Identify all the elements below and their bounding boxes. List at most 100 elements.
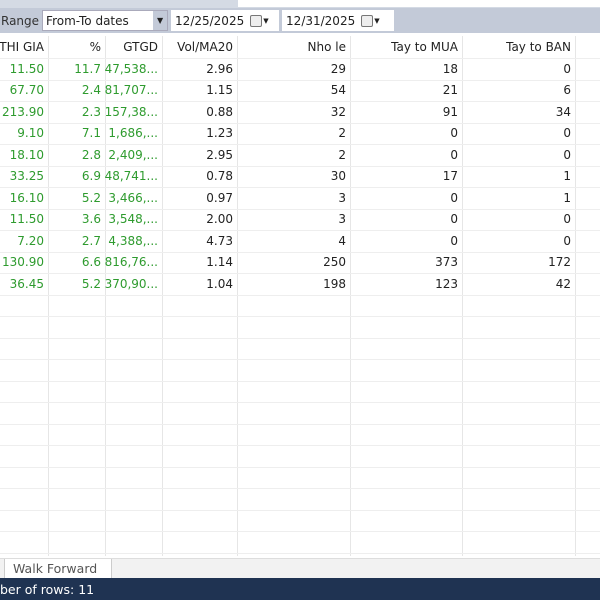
table-cell: 0 — [450, 212, 458, 227]
table-cell: 11.50 — [9, 61, 44, 76]
grid-line — [0, 101, 600, 102]
table-cell: 30 — [330, 169, 346, 184]
table-cell: 1.04 — [206, 276, 233, 291]
table-cell: 0.78 — [206, 169, 233, 184]
table-cell: 4 — [338, 233, 346, 248]
table-cell: 33.25 — [9, 169, 44, 184]
table-cell: 2.4 — [81, 83, 101, 98]
table-cell: 3.6 — [81, 212, 101, 227]
table-cell: 36.45 — [9, 276, 44, 291]
table-cell: 5.2 — [81, 190, 101, 205]
header-row: THI GIA% GTGD Vol/MA20 Nho le Tay to MUA Tay … — [0, 36, 600, 58]
grid-line — [0, 144, 600, 145]
tab-walk-forward[interactable]: Walk Forward — [4, 559, 113, 579]
table-cell: 6.9 — [81, 169, 101, 184]
table-cell: 7.1 — [81, 126, 101, 141]
table-cell: 17 — [442, 169, 458, 184]
table-cell: 816,76... — [104, 255, 158, 270]
grid-line — [0, 122, 600, 124]
table-cell: 29 — [330, 61, 346, 76]
column-header[interactable]: Tay to BAN — [462, 36, 575, 58]
chevron-down-icon[interactable]: ▼ — [153, 11, 168, 30]
column-header[interactable]: GTGD — [105, 36, 162, 58]
column-header[interactable]: THI GIA — [0, 36, 48, 58]
table-cell: 54 — [330, 83, 346, 98]
calendar-icon[interactable] — [361, 14, 374, 27]
table-cell: 1,686,... — [108, 126, 158, 141]
table-cell: 1 — [563, 169, 571, 184]
toolbar: Range From-To dates ▼ 12/25/2025 ▼ 12/31… — [0, 8, 600, 33]
table-cell: 198 — [323, 276, 346, 291]
top-tab-strip — [0, 0, 600, 8]
table-row[interactable]: 36.45 5.2 370,90... 1.04 198 123 42 — [0, 273, 600, 295]
table-cell: 34 — [555, 104, 571, 119]
calendar-icon[interactable] — [250, 14, 263, 27]
table-cell: 5.2 — [81, 276, 101, 291]
table-cell: 213.90 — [2, 104, 44, 119]
table-cell: 250 — [323, 255, 346, 270]
table-cell: 0 — [450, 147, 458, 162]
table-cell: 2.96 — [206, 61, 233, 76]
table-row[interactable]: 9.10 7.1 1,686,... 1.23 2 0 0 — [0, 123, 600, 145]
grid-line — [0, 337, 600, 339]
table-cell: 16.10 — [9, 190, 44, 205]
grid-line — [0, 165, 600, 167]
grid-line — [0, 187, 600, 188]
table-cell: 3 — [338, 190, 346, 205]
table-row[interactable]: 7.20 2.7 4,388,... 4.73 4 0 0 — [0, 230, 600, 252]
range-value: From-To dates — [46, 13, 129, 28]
table-cell: 91 — [442, 104, 458, 119]
table-cell: 11.7 — [74, 61, 101, 76]
column-header[interactable]: Vol/MA20 — [162, 36, 237, 58]
table-cell: 3,466,... — [108, 190, 158, 205]
table-row[interactable]: 18.10 2.8 2,409,... 2.95 2 0 0 — [0, 144, 600, 166]
table-cell: 130.90 — [2, 255, 44, 270]
table-cell: 2 — [338, 126, 346, 141]
grid-line — [0, 380, 600, 382]
from-date-picker[interactable]: 12/25/2025 ▼ — [171, 10, 280, 31]
table-cell: 21 — [442, 83, 458, 98]
grid-line — [0, 423, 600, 425]
to-date-picker[interactable]: 12/31/2025 ▼ — [282, 10, 395, 31]
table-cell: 370,90... — [104, 276, 158, 291]
table-cell: 0 — [563, 61, 571, 76]
grid-line — [0, 208, 600, 210]
grid-line — [0, 445, 600, 446]
table-row[interactable]: 67.70 2.4 81,707... 1.15 54 21 6 — [0, 80, 600, 102]
column-header[interactable]: Tay to MUA — [350, 36, 462, 58]
to-date-value: 12/31/2025 — [286, 13, 356, 28]
table-cell: 373 — [435, 255, 458, 270]
grid-line — [0, 294, 600, 296]
column-header[interactable]: % — [48, 36, 105, 58]
table-row[interactable]: 213.90 2.3 157,38... 0.88 32 91 34 — [0, 101, 600, 123]
table-cell: 1 — [563, 190, 571, 205]
grid-line — [0, 488, 600, 489]
table-row[interactable]: 130.90 6.6 816,76... 1.14 250 373 172 — [0, 252, 600, 274]
table-cell: 0.97 — [206, 190, 233, 205]
grid-line — [0, 552, 600, 554]
grid-line — [0, 466, 600, 468]
table-row[interactable]: 16.10 5.2 3,466,... 0.97 3 0 1 — [0, 187, 600, 209]
table-cell: 1.23 — [206, 126, 233, 141]
table-row[interactable]: 33.25 6.9 48,741... 0.78 30 17 1 — [0, 166, 600, 188]
grid-line — [0, 230, 600, 231]
table-cell: 2.3 — [81, 104, 101, 119]
table-cell: 2,409,... — [108, 147, 158, 162]
table-row[interactable]: 11.50 11.7 47,538... 2.96 29 18 0 — [0, 58, 600, 80]
table-cell: 1.14 — [206, 255, 233, 270]
grid-line — [0, 509, 600, 511]
grid-line — [0, 402, 600, 403]
table-cell: 18.10 — [9, 147, 44, 162]
table-cell: 2.00 — [206, 212, 233, 227]
table-cell: 157,38... — [104, 104, 158, 119]
table-row[interactable]: 11.50 3.6 3,548,... 2.00 3 0 0 — [0, 209, 600, 231]
range-select[interactable]: From-To dates ▼ — [42, 10, 169, 31]
table-cell: 3,548,... — [108, 212, 158, 227]
table-cell: 0 — [450, 126, 458, 141]
column-header[interactable]: Nho le — [237, 36, 350, 58]
table-cell: 6 — [563, 83, 571, 98]
grid-line — [0, 531, 600, 532]
table-cell: 2.7 — [81, 233, 101, 248]
range-label: Range — [1, 13, 40, 28]
table-cell: 2 — [338, 147, 346, 162]
